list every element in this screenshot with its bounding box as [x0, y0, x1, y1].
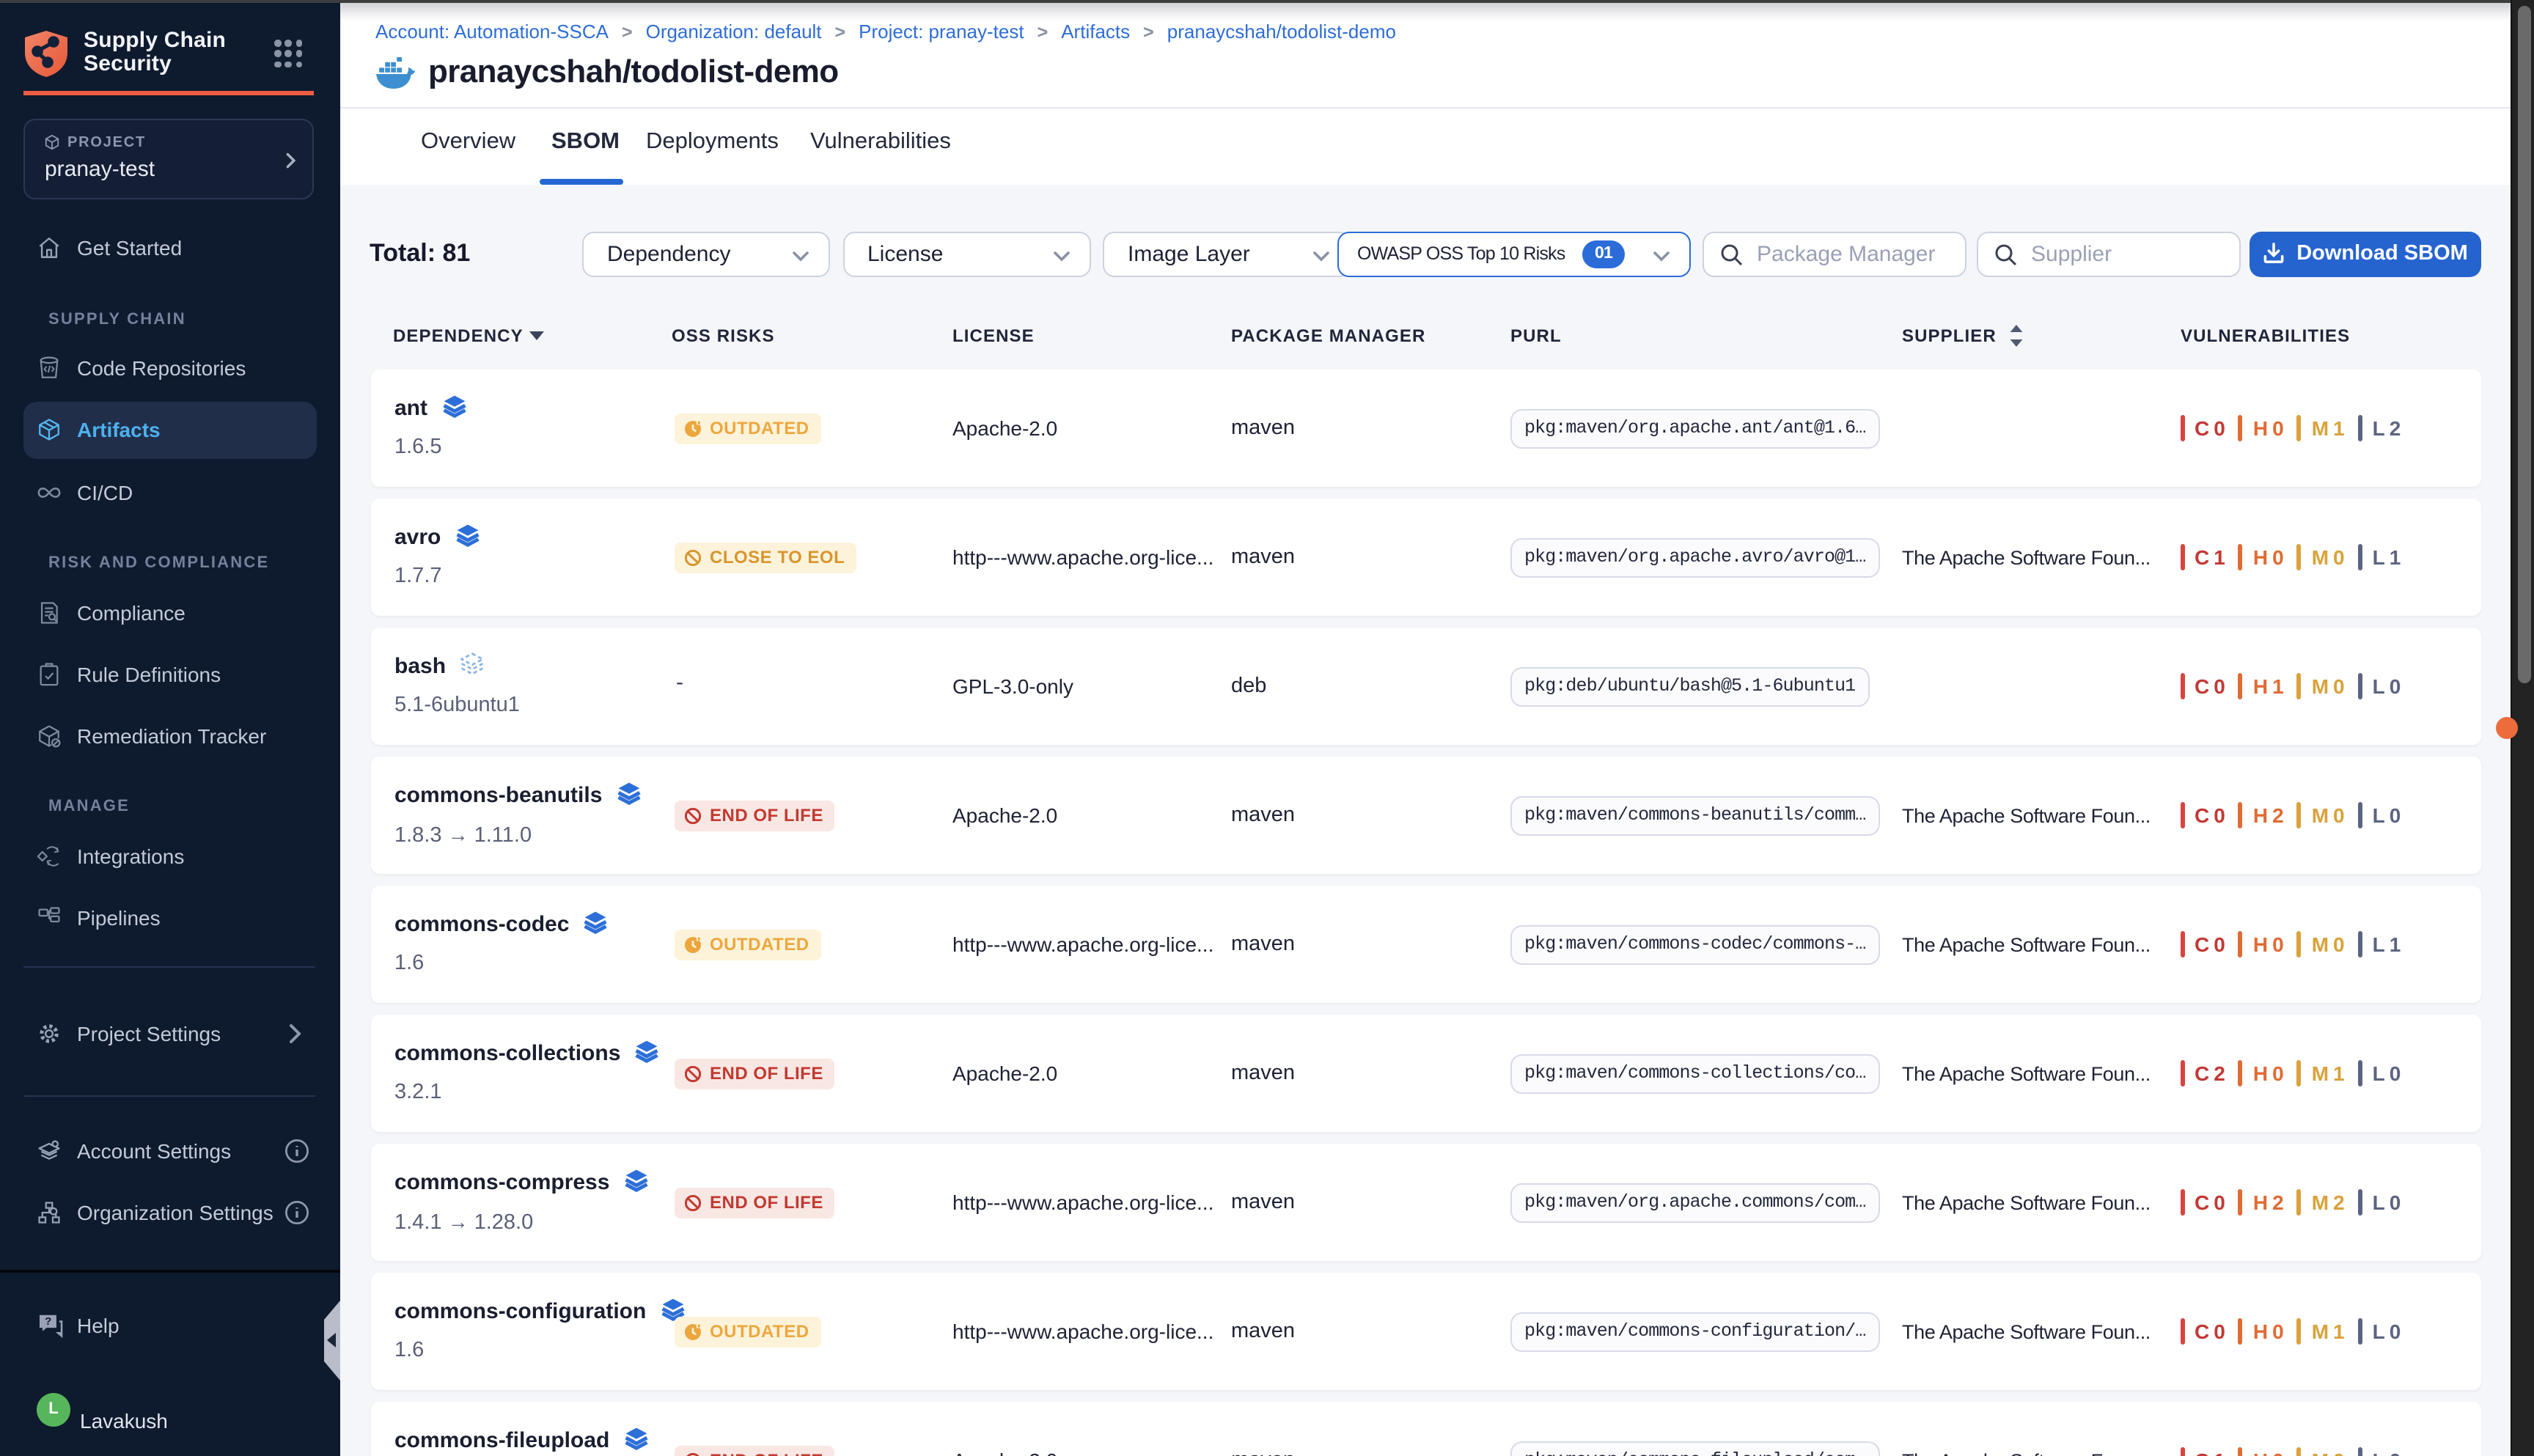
svg-text:?: ?: [45, 1315, 51, 1328]
